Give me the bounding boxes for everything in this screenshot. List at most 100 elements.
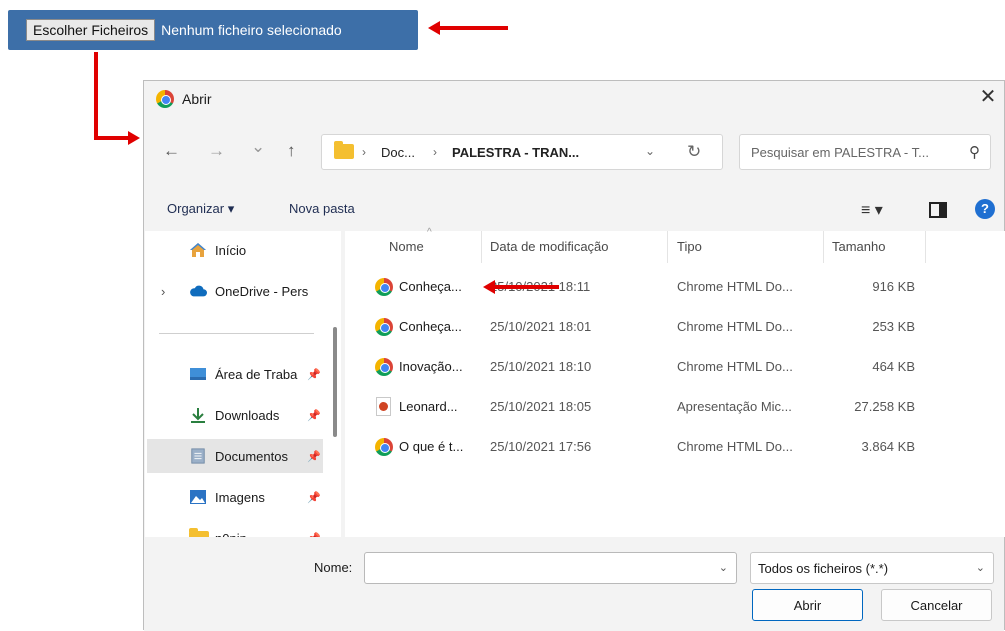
file-type: Chrome HTML Do... xyxy=(677,279,793,294)
search-input[interactable]: Pesquisar em PALESTRA - T... ⚲ xyxy=(739,134,991,170)
chrome-icon xyxy=(375,438,393,456)
open-button[interactable]: Abrir xyxy=(752,589,863,621)
chevron-down-icon[interactable]: ⌄ xyxy=(645,144,655,158)
file-date: 25/10/2021 18:01 xyxy=(490,319,592,334)
chevron-down-icon[interactable]: ⌄ xyxy=(976,561,985,574)
pin-icon: 📌 xyxy=(307,450,321,463)
sidebar-item-label: Imagens xyxy=(215,489,265,505)
open-file-dialog: Abrir ✕ ← → ⌄ ↑ › Doc... › PALESTRA - TR… xyxy=(143,80,1005,631)
sort-ascending-icon: ^ xyxy=(427,227,432,238)
dialog-title: Abrir xyxy=(182,91,212,107)
cancel-button[interactable]: Cancelar xyxy=(881,589,992,621)
file-name: Leonard... xyxy=(399,399,458,414)
chrome-icon xyxy=(375,318,393,336)
sidebar-item-documentos[interactable]: Documentos 📌 xyxy=(147,439,323,473)
column-divider xyxy=(823,231,824,263)
address-bar[interactable]: › Doc... › PALESTRA - TRAN... ⌄ ↻ xyxy=(321,134,723,170)
sidebar-item-desktop[interactable]: Área de Traba 📌 xyxy=(145,357,323,391)
table-row[interactable]: Conheça... 25/10/2021 18:01 Chrome HTML … xyxy=(345,307,1005,347)
download-icon xyxy=(191,408,205,423)
navigation-pane: Início › OneDrive - Pers Área de Traba 📌 xyxy=(145,231,341,537)
file-name-input[interactable]: ⌄ xyxy=(364,552,737,584)
file-date: 25/10/2021 17:56 xyxy=(490,439,592,454)
file-list: ^ Nome Data de modificação Tipo Tamanho … xyxy=(345,227,1005,537)
table-row[interactable]: Conheça... 25/10/2021 18:11 Chrome HTML … xyxy=(345,267,1005,307)
column-header-size[interactable]: Tamanho xyxy=(832,239,885,254)
sidebar-item-imagens[interactable]: Imagens 📌 xyxy=(145,480,323,514)
sidebar-item-folder[interactable]: n0nin 📌 xyxy=(145,521,323,537)
file-type: Chrome HTML Do... xyxy=(677,439,793,454)
dialog-titlebar: Abrir ✕ xyxy=(144,81,1004,117)
pin-icon: 📌 xyxy=(307,368,321,381)
organize-button[interactable]: Organizar ▾ xyxy=(167,201,234,217)
sidebar-item-label: Documentos xyxy=(215,448,288,464)
refresh-icon[interactable]: ↻ xyxy=(687,142,701,162)
back-arrow-icon[interactable]: ← xyxy=(163,141,180,161)
table-row[interactable]: Leonard... 25/10/2021 18:05 Apresentação… xyxy=(345,387,1005,427)
column-header-name[interactable]: Nome xyxy=(389,239,424,254)
file-size: 253 KB xyxy=(872,319,915,334)
help-icon[interactable]: ? xyxy=(975,199,995,219)
file-size: 27.258 KB xyxy=(854,399,915,414)
sidebar-scrollbar[interactable] xyxy=(333,327,337,437)
column-divider xyxy=(925,231,926,263)
sidebar-item-inicio[interactable]: Início xyxy=(145,233,323,267)
breadcrumb-separator: › xyxy=(362,145,366,159)
file-size: 3.864 KB xyxy=(861,439,916,454)
close-icon[interactable]: ✕ xyxy=(976,85,1000,109)
file-name: Conheça... xyxy=(399,319,462,334)
table-row[interactable]: Inovação... 25/10/2021 18:10 Chrome HTML… xyxy=(345,347,1005,387)
command-bar: Organizar ▾ Nova pasta ≡ ▾ ? xyxy=(144,193,1004,227)
breadcrumb-documents[interactable]: Doc... xyxy=(381,145,415,160)
file-type-value: Todos os ficheiros (*.*) xyxy=(758,561,889,576)
sidebar-item-label: Downloads xyxy=(215,407,280,423)
home-icon xyxy=(190,243,206,257)
file-input-bar: Escolher Ficheiros Nenhum ficheiro selec… xyxy=(8,10,418,50)
powerpoint-icon xyxy=(376,397,391,416)
column-header-date[interactable]: Data de modificação xyxy=(490,239,609,254)
pin-icon: 📌 xyxy=(307,491,321,504)
column-divider xyxy=(481,231,482,263)
file-type: Chrome HTML Do... xyxy=(677,359,793,374)
new-folder-button[interactable]: Nova pasta xyxy=(289,201,355,216)
file-size: 916 KB xyxy=(872,279,915,294)
search-placeholder: Pesquisar em PALESTRA - T... xyxy=(751,145,929,160)
file-name-label: Nome: xyxy=(314,560,353,575)
table-row[interactable]: O que é t... 25/10/2021 17:56 Chrome HTM… xyxy=(345,427,1005,467)
sidebar-item-downloads[interactable]: Downloads 📌 xyxy=(145,398,323,432)
folder-icon xyxy=(334,141,354,159)
sidebar-divider xyxy=(159,333,314,334)
view-options-icon[interactable]: ≡ ▾ xyxy=(861,200,883,220)
file-type-select[interactable]: Todos os ficheiros (*.*) ⌄ xyxy=(750,552,994,584)
choose-files-button[interactable]: Escolher Ficheiros xyxy=(26,19,156,41)
chrome-icon xyxy=(375,278,393,296)
column-header-type[interactable]: Tipo xyxy=(677,239,702,254)
breadcrumb-palestra[interactable]: PALESTRA - TRAN... xyxy=(452,145,579,160)
preview-pane-icon[interactable] xyxy=(929,202,947,218)
cloud-icon xyxy=(190,285,207,297)
chevron-down-icon[interactable]: ⌄ xyxy=(719,561,728,574)
forward-arrow-icon[interactable]: → xyxy=(208,141,225,161)
chrome-icon xyxy=(375,358,393,376)
search-icon[interactable]: ⚲ xyxy=(969,143,980,161)
sidebar-item-label: Início xyxy=(215,242,247,258)
file-status-text: Nenhum ficheiro selecionado xyxy=(161,22,342,38)
up-arrow-icon[interactable]: ↑ xyxy=(287,141,296,161)
pin-icon: 📌 xyxy=(307,409,321,422)
file-type: Chrome HTML Do... xyxy=(677,319,793,334)
sidebar-item-onedrive[interactable]: › OneDrive - Pers xyxy=(145,274,323,308)
file-size: 464 KB xyxy=(872,359,915,374)
recent-locations-icon[interactable]: ⌄ xyxy=(251,137,265,157)
breadcrumb-separator: › xyxy=(433,145,437,159)
image-icon xyxy=(190,490,206,504)
sidebar-item-label: Área de Traba xyxy=(215,366,298,382)
column-divider xyxy=(667,231,668,263)
chevron-right-icon[interactable]: › xyxy=(161,284,165,299)
sidebar-item-label: OneDrive - Pers xyxy=(215,283,309,299)
dialog-footer: Nome: ⌄ Todos os ficheiros (*.*) ⌄ Abrir… xyxy=(144,537,1004,631)
document-icon xyxy=(191,448,205,464)
navigation-bar: ← → ⌄ ↑ › Doc... › PALESTRA - TRAN... ⌄ … xyxy=(144,121,1004,181)
file-name: O que é t... xyxy=(399,439,464,454)
chrome-app-icon xyxy=(156,90,174,108)
desktop-icon xyxy=(190,368,206,380)
